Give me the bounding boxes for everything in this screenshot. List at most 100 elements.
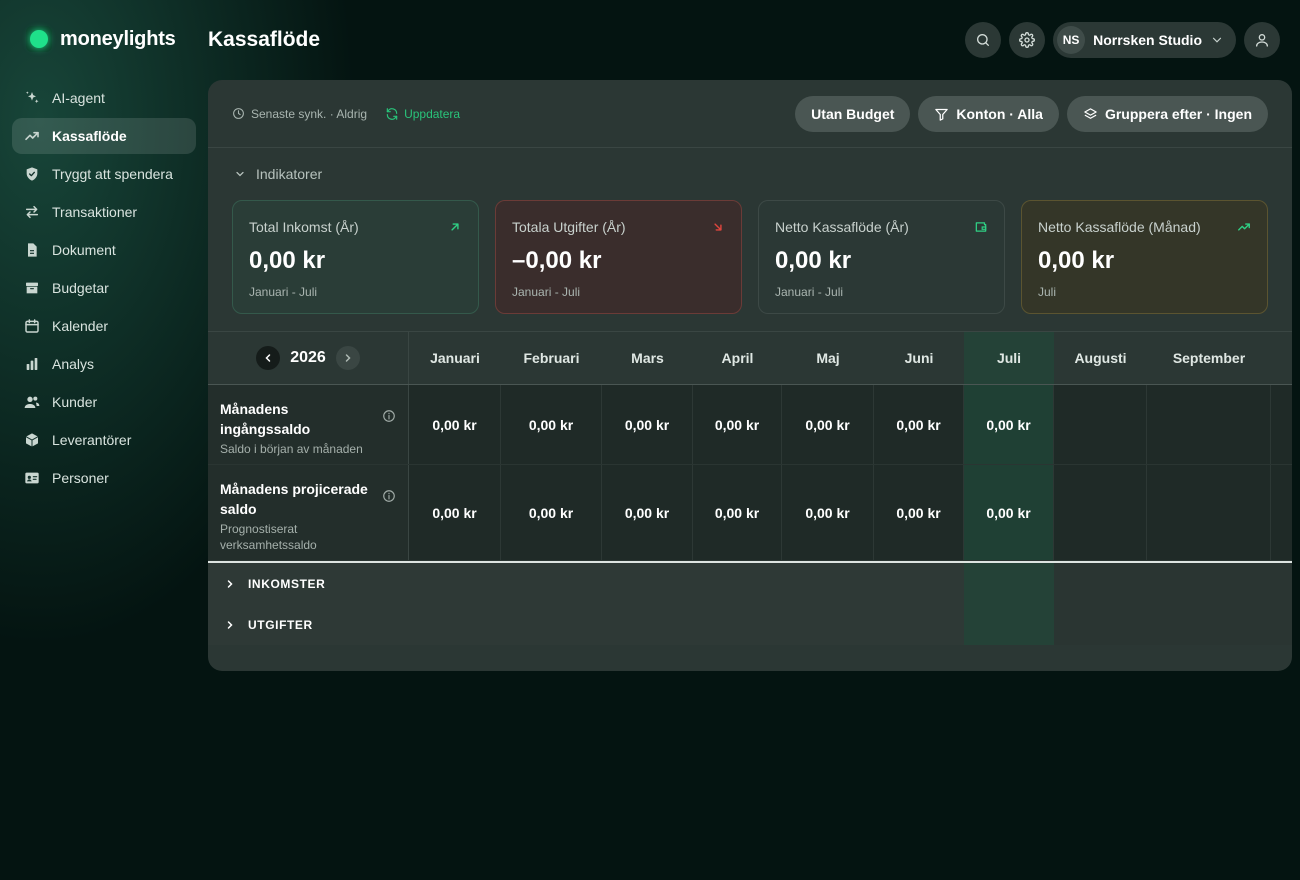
bar-chart-icon	[24, 356, 40, 372]
sidebar-item-tryggt-att-spendera[interactable]: Tryggt att spendera	[12, 156, 196, 192]
indicator-title: Totala Utgifter (År)	[512, 219, 626, 235]
balance-cell[interactable]: 0,00 kr	[782, 385, 874, 464]
indicator-period: Januari - Juli	[512, 285, 581, 299]
indicator-period: Januari - Juli	[775, 285, 844, 299]
balance-cell[interactable]: 0,00 kr	[874, 385, 964, 464]
indicator-value: –0,00 kr	[512, 247, 602, 274]
balance-cell[interactable]: 0,00 kr	[602, 465, 693, 560]
sidebar-item-label: Transaktioner	[52, 204, 138, 220]
wallet-icon	[974, 220, 988, 234]
brand-name: moneylights	[60, 27, 176, 50]
month-header: Mars	[631, 350, 664, 366]
cashflow-panel: Senaste synk. · Aldrig Uppdatera Utan Bu…	[208, 80, 1292, 671]
topbar-actions: NS Norrsken Studio	[965, 22, 1280, 58]
document-icon	[24, 242, 40, 258]
trend-up-icon	[1238, 223, 1250, 231]
accounts-filter-button[interactable]: Konton · Alla	[918, 96, 1059, 132]
filter-bar: Utan Budget Konton · Alla Gruppera efter…	[795, 96, 1268, 132]
search-icon	[977, 34, 990, 46]
sidebar-item-label: Kassaflöde	[52, 128, 127, 144]
balance-cell[interactable]: 0,00 kr	[409, 385, 501, 464]
calendar-icon	[25, 319, 39, 333]
indicators-toggle[interactable]: Indikatorer	[208, 148, 1292, 200]
layers-icon	[1084, 107, 1097, 119]
brand-logo[interactable]: moneylights	[26, 26, 176, 52]
id-card-icon	[24, 470, 40, 486]
row-label: Månadens projicerade saldo Prognostiserat…	[208, 465, 409, 560]
user-profile-button[interactable]	[1244, 22, 1280, 58]
budget-filter-label: Utan Budget	[811, 106, 895, 122]
sidebar-item-kassaflöde[interactable]: Kassaflöde	[12, 118, 196, 154]
sidebar-item-transaktioner[interactable]: Transaktioner	[12, 194, 196, 230]
balance-cell[interactable]: 0,00 kr	[501, 385, 602, 464]
chevron-down-icon	[236, 171, 244, 177]
cube-icon	[24, 432, 40, 448]
balance-cell[interactable]: 0,00 kr	[964, 465, 1054, 560]
month-header: September	[1172, 350, 1246, 366]
sidebar-item-analys[interactable]: Analys	[12, 346, 196, 382]
balance-cell[interactable]: 0,00 kr	[782, 465, 874, 560]
sidebar-item-dokument[interactable]: Dokument	[12, 232, 196, 268]
budget-filter-button[interactable]: Utan Budget	[795, 96, 911, 132]
table-row: Månadens ingångssaldo Saldo i början av m…	[208, 385, 1292, 465]
balance-cell[interactable]: 0,00 kr	[874, 465, 964, 560]
chevron-right-icon	[227, 579, 233, 588]
balance-cell[interactable]: 0,00 kr	[693, 465, 782, 560]
org-name: Norrsken Studio	[1093, 32, 1202, 48]
balance-cell[interactable]	[1054, 385, 1147, 464]
accounts-filter-label: Konton · Alla	[956, 106, 1043, 122]
bar-chart-icon	[26, 358, 38, 370]
previous-year-button[interactable]	[256, 346, 281, 370]
balance-cell[interactable]: 0,00 kr	[693, 385, 782, 464]
sidebar-item-label: Budgetar	[52, 280, 109, 296]
group-by-button[interactable]: Gruppera efter · Ingen	[1066, 96, 1268, 132]
organization-switcher[interactable]: NS Norrsken Studio	[1053, 22, 1236, 58]
update-button[interactable]: Uppdatera	[385, 107, 460, 121]
sidebar-item-ai-agent[interactable]: AI-agent	[12, 80, 196, 116]
year-label: 2026	[290, 349, 326, 366]
sidebar-item-label: Personer	[52, 470, 109, 486]
next-year-button[interactable]	[335, 346, 360, 370]
search-button[interactable]	[965, 22, 1002, 58]
balance-cell[interactable]: 0,00 kr	[409, 465, 501, 560]
sync-status: Senaste synk. · Aldrig	[232, 107, 367, 121]
info-icon[interactable]	[382, 489, 396, 503]
cashflow-grid: 2026 Januari Februari Mars April Maj Juni Juli…	[208, 331, 1292, 645]
balance-cell[interactable]: 0,00 kr	[501, 465, 602, 560]
group-by-label: Gruppera efter · Ingen	[1104, 106, 1252, 122]
indicator-card: Totala Utgifter (År) –0,00 kr Januari - Ju…	[495, 200, 742, 314]
balance-cell[interactable]	[1147, 465, 1271, 560]
sidebar-item-budgetar[interactable]: Budgetar	[12, 270, 196, 306]
cube-icon	[25, 433, 39, 447]
clock-icon	[233, 108, 244, 119]
indicator-card: Netto Kassaflöde (År) 0,00 kr Januari - Ju…	[758, 200, 1005, 314]
sidebar-item-label: Kalender	[52, 318, 109, 334]
trend-up-icon	[24, 128, 40, 144]
settings-button[interactable]	[1009, 22, 1046, 58]
sidebar-item-kunder[interactable]: Kunder	[12, 384, 196, 420]
filter-icon	[935, 108, 949, 121]
balance-cell[interactable]: 0,00 kr	[964, 385, 1054, 464]
chevron-down-icon	[1212, 37, 1222, 43]
sparkles-icon	[24, 90, 40, 106]
sidebar-item-leverantörer[interactable]: Leverantörer	[12, 422, 196, 458]
section-toggle-utgifter[interactable]: UTGIFTER	[208, 604, 1292, 645]
section-toggle-inkomster[interactable]: INKOMSTER	[208, 563, 1292, 604]
sidebar-item-label: Kunder	[52, 394, 98, 410]
section-label: INKOMSTER	[248, 576, 326, 591]
balance-cell[interactable]	[1147, 385, 1271, 464]
indicator-value: 0,00 kr	[775, 247, 852, 274]
arrow-down-right-icon	[714, 223, 722, 231]
sidebar-item-kalender[interactable]: Kalender	[12, 308, 196, 344]
month-header: Februari	[523, 350, 580, 366]
archive-box-icon	[24, 280, 40, 296]
balance-cell[interactable]: 0,00 kr	[602, 385, 693, 464]
chevron-right-icon	[227, 620, 233, 629]
gear-icon	[1019, 32, 1036, 48]
logo-mark-icon	[26, 26, 52, 52]
sidebar-item-personer[interactable]: Personer	[12, 460, 196, 496]
arrows-swap-icon	[25, 205, 39, 219]
info-icon[interactable]	[382, 409, 396, 423]
balance-cell[interactable]	[1054, 465, 1147, 560]
indicator-card: Netto Kassaflöde (Månad) 0,00 kr Juli	[1021, 200, 1268, 314]
